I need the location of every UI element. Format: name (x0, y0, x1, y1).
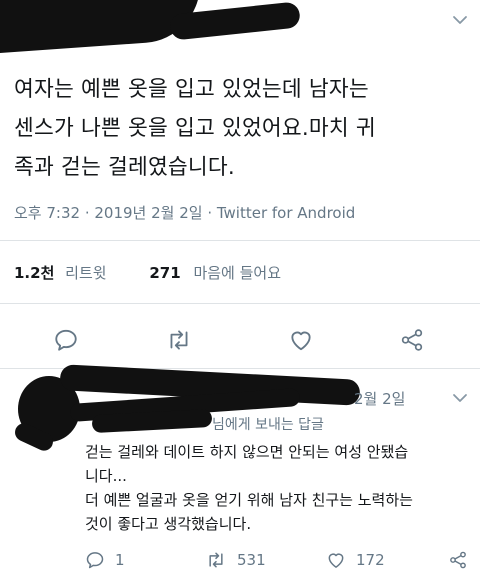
retweet-icon (209, 552, 223, 568)
reply-button[interactable] (52, 326, 80, 354)
reply-share-button[interactable] (448, 550, 478, 570)
heart-icon (328, 553, 344, 568)
chevron-down-icon (453, 394, 467, 402)
tweet-timestamp[interactable]: 오후 7:32 · 2019년 2월 2일 · Twitter for Andr… (14, 202, 355, 223)
heart-icon (291, 331, 311, 351)
like-label[interactable]: 마음에 들어요 (193, 264, 281, 282)
reply-retweet-count: 531 (237, 551, 266, 569)
like-button[interactable] (287, 326, 315, 354)
retweet-count[interactable]: 1.2천 (14, 264, 54, 282)
reply-text: 걷는 걸레와 데이트 하지 않으면 안되는 여성 안됐습 니다... 더 예쁜 … (85, 440, 470, 536)
share-icon (450, 551, 466, 569)
like-count[interactable]: 271 (149, 264, 180, 282)
chevron-down-icon (453, 16, 467, 24)
retweet-button[interactable] (165, 326, 193, 354)
reply-more-options-button[interactable] (446, 384, 474, 412)
tweet-text: 여자는 예쁜 옷을 입고 있었는데 남자는 센스가 나쁜 옷을 입고 있었어요.… (14, 70, 466, 187)
more-options-button[interactable] (446, 6, 474, 34)
reply-date[interactable]: 2월 2일 (354, 388, 405, 409)
reply-text-line: 걷는 걸레와 데이트 하지 않으면 안되는 여성 안됐습 (85, 443, 409, 461)
reply-text-line: 것이 좋다고 생각했습니다. (85, 515, 252, 533)
reply-action-bar: 1 531 172 (0, 550, 480, 576)
tweet-stats: 1.2천 리트윗 271 마음에 들어요 (14, 262, 281, 283)
reply-icon (55, 329, 77, 351)
retweet-icon (170, 330, 188, 350)
reply-reply-button[interactable]: 1 (85, 550, 125, 570)
tweet-text-line: 족과 걷는 걸레였습니다. (14, 155, 235, 180)
share-icon (401, 329, 423, 351)
divider (0, 240, 480, 241)
reply-to-label: 님에게 보내는 답글 (212, 417, 324, 433)
reply-reply-count: 1 (115, 551, 125, 569)
reply-like-count: 172 (356, 551, 385, 569)
reply-like-button[interactable]: 172 (326, 550, 385, 570)
divider (0, 303, 480, 304)
reply-retweet-button[interactable]: 531 (205, 550, 266, 570)
reply-text-line: 더 예쁜 얼굴과 옷을 얻기 위해 남자 친구는 노력하는 (85, 491, 413, 509)
reply-icon (86, 552, 104, 569)
tweet-text-line: 센스가 나쁜 옷을 입고 있었어요.마치 귀 (14, 116, 376, 141)
retweet-label[interactable]: 리트윗 (65, 264, 106, 282)
reply-text-line: 니다... (85, 467, 127, 485)
share-button[interactable] (398, 326, 426, 354)
tweet-text-line: 여자는 예쁜 옷을 입고 있었는데 남자는 (14, 77, 369, 102)
